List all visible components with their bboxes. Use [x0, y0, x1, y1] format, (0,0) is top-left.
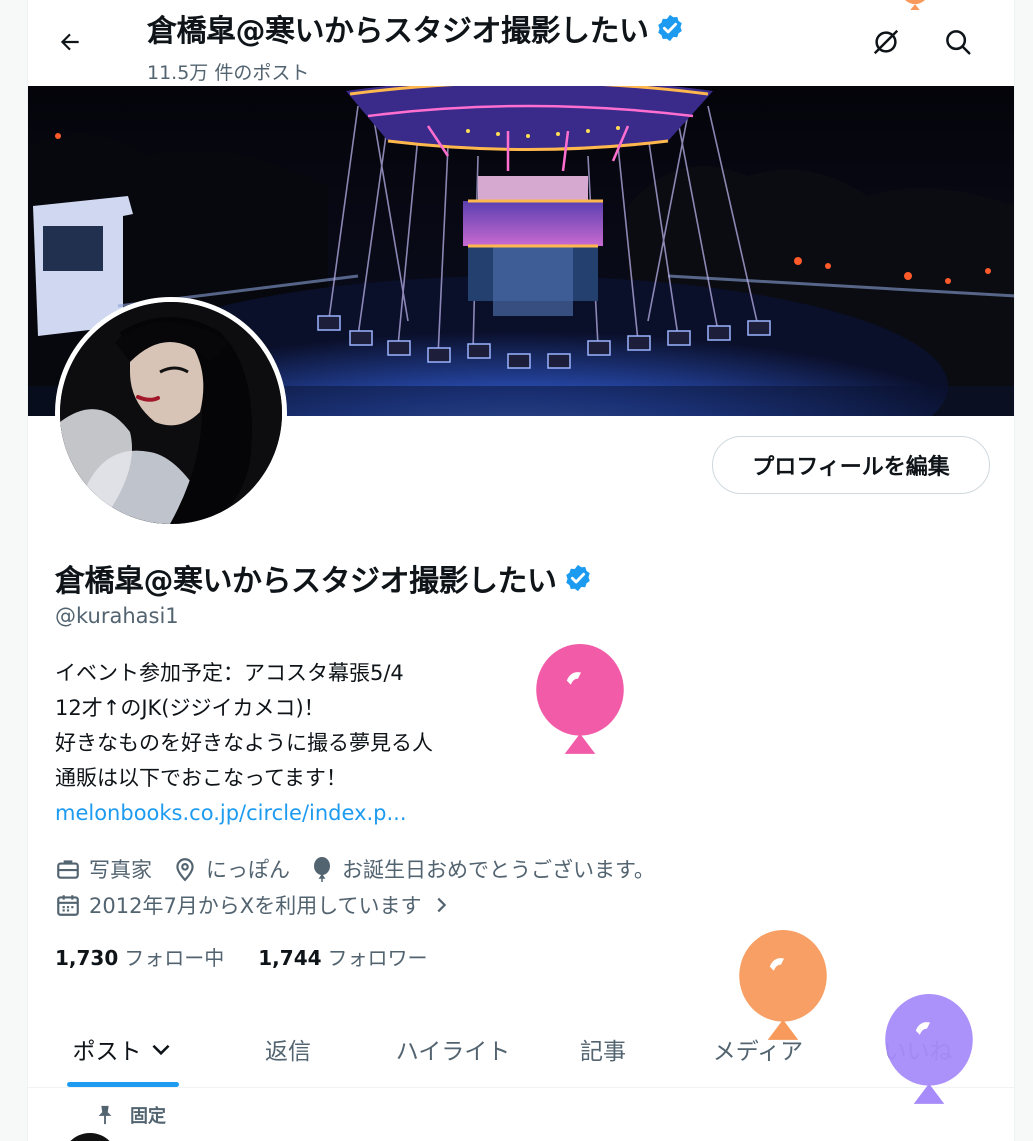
tab-label: いいね [883, 1038, 953, 1065]
follow-stats: 1,730 フォロー中 1,744 フォロワー [55, 942, 428, 971]
post-avatar[interactable] [62, 1133, 118, 1141]
bio-line: イベント参加予定：アコスタ幕張5/4 [55, 661, 404, 685]
header-title: 倉橋皐@寒いからスタジオ撮影したい [147, 6, 685, 50]
briefcase-icon [57, 860, 79, 879]
avatar-image [60, 302, 282, 524]
followers-count: 1,744 [258, 946, 322, 970]
calendar-icon [57, 895, 79, 916]
tab-label: ハイライト [395, 1038, 511, 1065]
search-icon [946, 30, 971, 55]
profile-bio: イベント参加予定：アコスタ幕張5/4 12才↑のJK(ジジイカメコ)！ 好きなも… [55, 656, 433, 831]
verified-badge-icon [657, 14, 682, 42]
meta-profession: 写真家 [55, 854, 152, 884]
tab-media[interactable]: メディア [658, 1010, 858, 1087]
tab-articles[interactable]: 記事 [548, 1010, 658, 1087]
chevron-right-icon [437, 897, 446, 913]
profile-avatar[interactable] [55, 297, 287, 529]
profession-text: 写真家 [89, 858, 152, 882]
back-button[interactable] [50, 22, 90, 62]
meta-location: にっぽん [172, 854, 290, 884]
tab-posts[interactable]: ポスト [28, 1010, 218, 1087]
grok-button[interactable] [866, 22, 906, 62]
slash-circle-icon [873, 29, 899, 55]
tab-highlights[interactable]: ハイライト [358, 1010, 548, 1087]
profile-handle: @kurahasi1 [55, 604, 179, 628]
tab-replies[interactable]: 返信 [218, 1010, 358, 1087]
search-button[interactable] [938, 22, 978, 62]
meta-joined[interactable]: 2012年7月からXを利用しています [55, 890, 452, 920]
following-label: フォロー中 [124, 946, 225, 970]
profile-name: 倉橋皐@寒いからスタジオ撮影したい [55, 556, 593, 600]
tab-label: メディア [712, 1038, 804, 1065]
tab-label: ポスト [72, 1038, 142, 1065]
location-pin-icon [176, 858, 194, 882]
profile-tabs: ポスト 返信 ハイライト 記事 メディア いいね [28, 1010, 1014, 1088]
profile-meta: 写真家 にっぽん お誕生日おめでとうございます。 2012年7月からXを利用して… [55, 851, 675, 923]
pinned-indicator: 固定 [94, 1102, 166, 1128]
following-link[interactable]: 1,730 フォロー中 [55, 942, 224, 971]
bio-line: 通販は以下でおこなってます！ [55, 766, 347, 790]
profile-column: 倉橋皐@寒いからスタジオ撮影したい 11.5万 件のポスト プロフィールを編集 … [27, 0, 1015, 1141]
birthday-text: お誕生日おめでとうございます。 [342, 858, 655, 882]
arrow-left-icon [60, 33, 79, 51]
followers-label: フォロワー [327, 946, 428, 970]
header-title-block: 倉橋皐@寒いからスタジオ撮影したい 11.5万 件のポスト [147, 6, 685, 85]
tab-label: 記事 [580, 1038, 626, 1065]
top-bar: 倉橋皐@寒いからスタジオ撮影したい 11.5万 件のポスト [28, 0, 1014, 86]
joined-text: 2012年7月からXを利用しています [89, 894, 422, 918]
verified-badge-icon [565, 564, 590, 592]
header-title-text: 倉橋皐@寒いからスタジオ撮影したい [147, 14, 649, 49]
meta-birthday: お誕生日おめでとうございます。 [310, 854, 655, 884]
balloon-icon [314, 857, 330, 882]
tab-label: 返信 [265, 1038, 311, 1065]
bio-line: 12才↑のJK(ジジイカメコ)！ [55, 696, 325, 720]
chevron-down-icon [151, 1044, 170, 1055]
profile-name-text: 倉橋皐@寒いからスタジオ撮影したい [55, 564, 557, 599]
bio-line: 好きなものを好きなように撮る夢見る人 [55, 731, 433, 755]
active-tab-indicator [67, 1082, 179, 1087]
tab-likes[interactable]: いいね [858, 1010, 978, 1087]
location-text: にっぽん [206, 858, 290, 882]
pinned-label: 固定 [130, 1106, 166, 1127]
following-count: 1,730 [55, 946, 119, 970]
bio-link[interactable]: melonbooks.co.jp/circle/index.p... [55, 796, 433, 831]
edit-profile-button[interactable]: プロフィールを編集 [712, 436, 990, 494]
pin-icon [98, 1105, 112, 1125]
post-count: 11.5万 件のポスト [147, 62, 310, 84]
followers-link[interactable]: 1,744 フォロワー [258, 942, 427, 971]
